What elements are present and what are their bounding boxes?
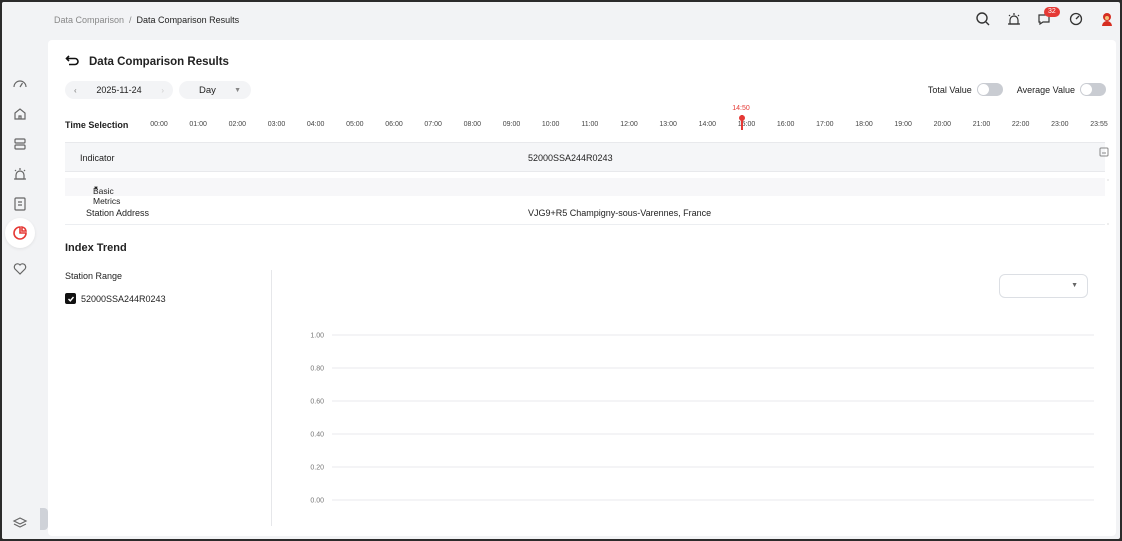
breadcrumb: Data Comparison / Data Comparison Result… [54,15,239,25]
date-controls: ‹ 2025-11-24 › Day ▼ [65,81,251,99]
time-tick[interactable]: 23:00 [1051,121,1069,128]
index-trend-chart: 1.00 0.80 0.60 0.40 0.20 0.00 [310,333,1094,505]
time-tick[interactable]: 07:00 [424,121,442,128]
main-panel: Data Comparison Results ‹ 2025-11-24 › D… [48,40,1116,536]
current-time-handle[interactable] [739,115,745,121]
user-avatar-icon[interactable] [1098,10,1116,28]
time-tick[interactable]: 13:00 [659,121,677,128]
report-icon[interactable] [11,195,29,213]
heart-icon[interactable] [11,260,29,278]
next-date-button[interactable]: › [161,86,164,95]
row-label: Station Address [86,208,150,218]
time-tick[interactable]: 02:00 [229,121,247,128]
current-time-label: 14:50 [732,105,750,112]
date-value[interactable]: 2025-11-24 [96,85,141,95]
y-tick-label: 1.00 [310,333,324,340]
notification-badge: 32 [1044,7,1060,17]
checkbox-checked-icon[interactable] [65,293,76,304]
table-row: Station Address VJG9+R5 Champigny-sous-V… [65,203,1105,225]
total-value-label: Total Value [927,84,972,95]
comparison-table-header: Indicator 52000SSA244R0243 [65,142,1109,172]
average-value-toggle-group: Average Value [1017,83,1106,96]
time-selection-label: Time Selection [65,120,129,130]
y-tick-label: 0.80 [310,366,324,373]
chevron-down-icon: ▼ [1071,282,1078,289]
time-tick[interactable]: 11:00 [581,121,598,128]
total-value-switch[interactable] [976,83,1003,96]
row-value: VJG9+R5 Champigny-sous-Varennes, France [528,208,712,218]
y-tick-label: 0.20 [310,465,324,472]
table-group-row[interactable]: ▼ Basic Metrics [65,178,1105,206]
granularity-value[interactable]: Day [199,85,216,96]
index-trend-title: Index Trend [65,242,127,254]
ticket-icon[interactable] [11,135,29,153]
y-tick-label: 0.00 [310,498,324,505]
dashboard-icon[interactable] [11,75,29,93]
station-name: 52000SSA244R0243 [81,293,166,304]
station-header: 52000SSA244R0243 [528,153,613,163]
alarm-icon[interactable] [11,165,29,183]
value-toggles: Total Value Average Value [928,83,1106,96]
indicator-header: Indicator [80,153,115,163]
app-window: Data Comparison / Data Comparison Result… [2,2,1120,539]
granularity-select[interactable]: Day ▼ [179,81,251,99]
home-icon[interactable] [11,105,29,123]
average-value-label: Average Value [1016,84,1075,95]
time-tick[interactable]: 04:00 [307,121,325,128]
dashboard-gauge-icon[interactable] [1067,10,1085,28]
search-icon[interactable] [974,10,992,28]
y-tick-label: 0.40 [310,432,324,439]
time-tick[interactable]: 20:00 [934,121,952,128]
time-tick[interactable]: 14:00 [699,121,717,128]
time-tick[interactable]: 06:00 [385,121,403,128]
page-header: Data Comparison Results [65,54,229,69]
sidebar [2,2,40,539]
trend-divider [271,270,272,526]
total-value-toggle-group: Total Value [928,83,1003,96]
time-tick[interactable]: 22:00 [1012,121,1030,128]
time-tick[interactable]: 23:55 [1090,121,1108,128]
export-icon[interactable] [1099,147,1109,157]
time-tick[interactable]: 03:00 [268,121,286,128]
analysis-icon[interactable] [5,218,35,248]
basic-metrics-group[interactable]: ▼ Basic Metrics [79,182,120,206]
time-tick[interactable]: 05:00 [346,121,364,128]
alarm-bell-icon[interactable] [1005,10,1023,28]
message-icon[interactable]: 32 [1036,7,1060,28]
time-tick[interactable]: 17:00 [816,121,834,128]
time-selection: Time Selection 00:00 01:00 02:00 03:00 04:00… [65,105,1109,136]
time-tick[interactable]: 12:00 [620,121,638,128]
time-tick[interactable]: 08:00 [464,121,482,128]
layers-icon[interactable] [11,513,29,531]
y-tick-label: 0.60 [310,399,324,406]
page-title: Data Comparison Results [89,55,229,68]
metric-select[interactable]: ▼ [999,274,1088,298]
prev-date-button[interactable]: ‹ [74,86,77,95]
station-checkbox-item[interactable]: 52000SSA244R0243 [65,293,166,304]
sidebar-collapse-handle[interactable] [40,508,48,530]
time-tick[interactable]: 18:00 [855,121,873,128]
time-tick[interactable]: 00:00 [150,121,168,128]
back-arrow-icon[interactable] [65,54,79,69]
top-bar: Data Comparison / Data Comparison Result… [40,2,1120,38]
date-picker[interactable]: ‹ 2025-11-24 › [65,81,173,99]
chevron-down-icon: ▼ [234,86,241,94]
breadcrumb-parent[interactable]: Data Comparison [54,15,124,25]
time-tick[interactable]: 19:00 [894,121,912,128]
time-tick[interactable]: 21:00 [973,121,991,128]
time-tick[interactable]: 09:00 [503,121,521,128]
station-range-label: Station Range [65,271,123,281]
time-tick[interactable]: 01:00 [189,121,207,128]
average-value-switch[interactable] [1080,83,1106,96]
header-actions: 32 [974,7,1116,28]
breadcrumb-separator: / [129,15,132,25]
time-tick[interactable]: 16:00 [777,121,795,128]
breadcrumb-current: Data Comparison Results [136,15,240,25]
time-tick[interactable]: 10:00 [542,121,560,128]
table-scrollbar[interactable] [1106,178,1110,226]
